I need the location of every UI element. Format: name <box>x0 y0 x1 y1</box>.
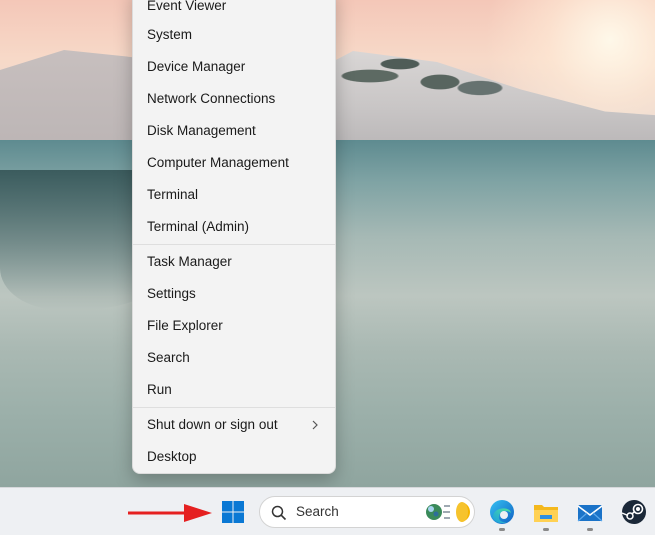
taskbar: Search <box>0 487 655 535</box>
menu-item-label: Search <box>147 350 190 365</box>
menu-item-terminal-admin[interactable]: Terminal (Admin) <box>133 212 335 242</box>
menu-item-settings[interactable]: Settings <box>133 279 335 309</box>
edge-icon <box>490 500 514 524</box>
menu-item-run[interactable]: Run <box>133 375 335 405</box>
start-button[interactable] <box>221 500 245 524</box>
menu-item-label: Shut down or sign out <box>147 417 278 432</box>
menu-item-file-explorer[interactable]: File Explorer <box>133 311 335 341</box>
menu-item-task-manager[interactable]: Task Manager <box>133 247 335 277</box>
menu-item-label: System <box>147 27 193 42</box>
windows-start-icon <box>222 501 244 523</box>
taskbar-app-edge[interactable] <box>488 498 516 526</box>
menu-item-label: Terminal <box>147 187 199 202</box>
running-indicator <box>543 528 549 531</box>
annotation-arrow-icon <box>128 504 212 522</box>
taskbar-app-steam[interactable] <box>620 498 648 526</box>
menu-item-device-manager[interactable]: Device Manager <box>133 52 335 82</box>
menu-separator <box>133 407 335 408</box>
running-indicator <box>499 528 505 531</box>
winx-context-menu: Event Viewer System Device Manager Netwo… <box>132 0 336 474</box>
menu-item-label: Network Connections <box>147 91 276 106</box>
menu-item-label: Desktop <box>147 449 197 464</box>
menu-item-label: File Explorer <box>147 318 223 333</box>
menu-item-computer-management[interactable]: Computer Management <box>133 148 335 178</box>
taskbar-app-file-explorer[interactable] <box>532 498 560 526</box>
menu-separator <box>133 244 335 245</box>
menu-item-search[interactable]: Search <box>133 343 335 373</box>
wallpaper-trees <box>330 40 530 100</box>
menu-item-system[interactable]: System <box>133 20 335 50</box>
menu-item-event-viewer[interactable]: Event Viewer <box>133 0 335 21</box>
menu-item-label: Task Manager <box>147 254 232 269</box>
menu-item-terminal[interactable]: Terminal <box>133 180 335 210</box>
running-indicator <box>587 528 593 531</box>
taskbar-app-mail[interactable] <box>576 498 604 526</box>
menu-item-desktop[interactable]: Desktop <box>133 442 335 472</box>
menu-item-disk-management[interactable]: Disk Management <box>133 116 335 146</box>
search-icon <box>271 505 287 521</box>
menu-item-label: Computer Management <box>147 155 289 170</box>
menu-item-label: Terminal (Admin) <box>147 219 250 234</box>
menu-item-network-connections[interactable]: Network Connections <box>133 84 335 114</box>
search-placeholder: Search <box>296 504 339 519</box>
search-highlight-icon <box>426 502 470 522</box>
mail-icon <box>577 505 603 522</box>
menu-item-label: Device Manager <box>147 59 246 74</box>
menu-item-label: Settings <box>147 286 196 301</box>
folder-icon <box>534 505 558 522</box>
menu-item-label: Disk Management <box>147 123 256 138</box>
menu-item-label: Run <box>147 382 172 397</box>
menu-item-label: Event Viewer <box>147 0 227 13</box>
steam-icon <box>621 500 646 524</box>
taskbar-search-box[interactable]: Search <box>259 496 475 528</box>
menu-item-shut-down-or-sign-out[interactable]: Shut down or sign out <box>133 410 335 440</box>
